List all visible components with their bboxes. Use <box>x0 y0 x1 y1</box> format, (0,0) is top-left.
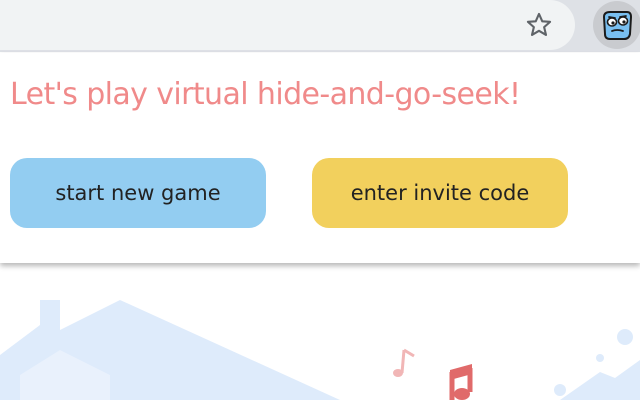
music-note-small-icon <box>393 348 415 377</box>
extension-popup: Let's play virtual hide-and-go-seek! sta… <box>0 53 640 263</box>
popup-title: Let's play virtual hide-and-go-seek! <box>10 77 521 112</box>
enter-invite-code-label: enter invite code <box>350 181 530 205</box>
house-roof-illustration <box>0 300 340 400</box>
browser-window: Let's play virtual hide-and-go-seek! sta… <box>0 0 640 400</box>
mountain-illustration <box>554 329 640 400</box>
start-new-game-button[interactable]: start new game <box>10 158 266 228</box>
enter-invite-code-button[interactable]: enter invite code <box>312 158 568 228</box>
start-new-game-label: start new game <box>55 181 221 205</box>
music-note-large-icon <box>449 364 473 400</box>
